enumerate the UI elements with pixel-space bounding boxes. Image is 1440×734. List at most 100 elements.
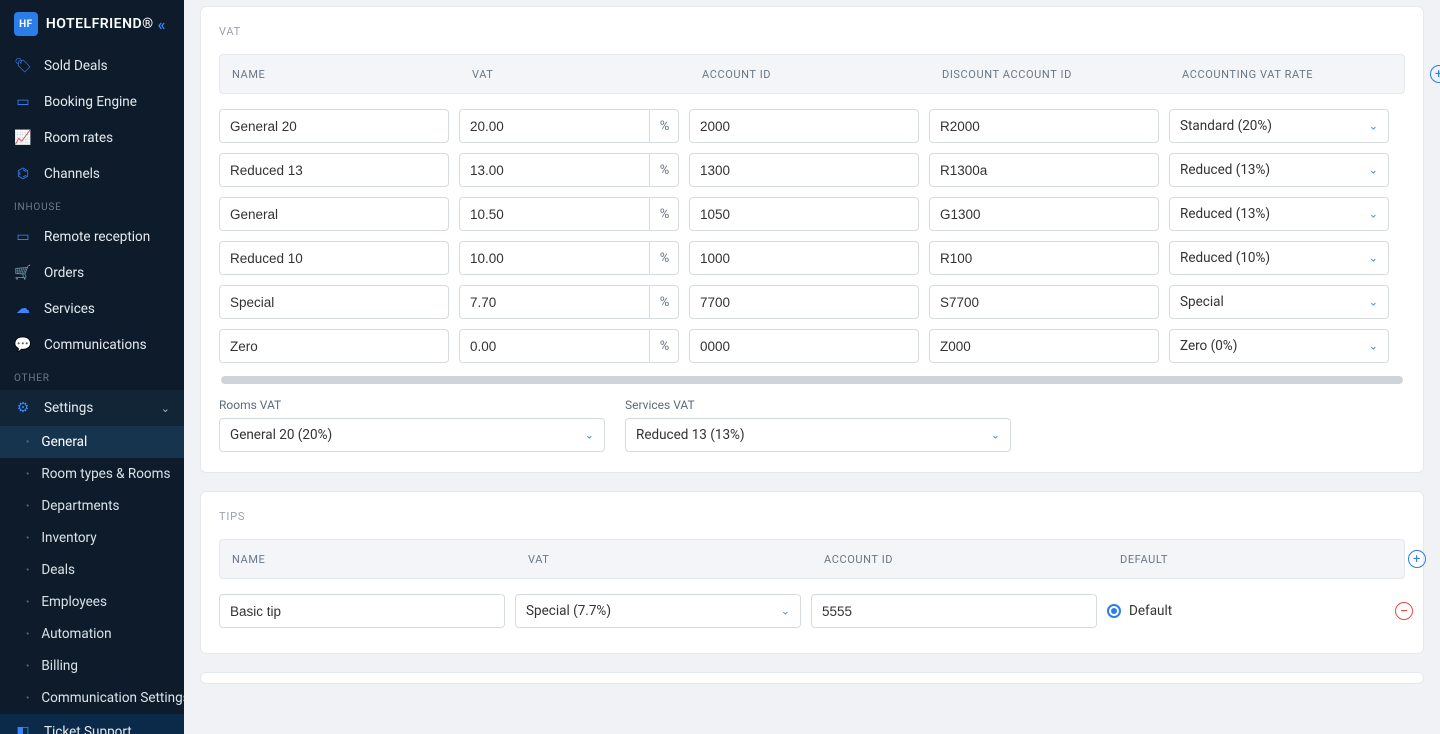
vat-account-id-input[interactable] — [689, 241, 919, 275]
vat-row: % Reduced (13%) ⌄ — [219, 148, 1405, 192]
settings-sub-deals[interactable]: Deals — [0, 554, 184, 586]
vat-account-id-input[interactable] — [689, 329, 919, 363]
sidebar-item-orders[interactable]: 🛒Orders — [0, 255, 184, 291]
col-discount-account-id: DISCOUNT ACCOUNT ID — [942, 68, 1172, 81]
vat-account-id-input[interactable] — [689, 285, 919, 319]
sidebar-item-channels[interactable]: ⌬Channels — [0, 156, 184, 192]
vat-name-input[interactable] — [219, 109, 449, 143]
vat-discount-account-id-input[interactable] — [929, 197, 1159, 231]
sidebar: HF HOTELFRIEND® « 🏷Sold Deals▭Booking En… — [0, 0, 184, 734]
vat-name-input[interactable] — [219, 285, 449, 319]
chevron-down-icon: ⌄ — [1369, 340, 1378, 353]
vat-rate-select[interactable]: Standard (20%) ⌄ — [1169, 109, 1389, 143]
vat-rate-select[interactable]: Special ⌄ — [1169, 285, 1389, 319]
settings-sub-departments[interactable]: Departments — [0, 490, 184, 522]
services-vat-label: Services VAT — [625, 398, 1011, 412]
vat-account-id-input[interactable] — [689, 153, 919, 187]
vat-percent-input[interactable] — [459, 329, 679, 363]
settings-sub-general[interactable]: General — [0, 426, 184, 458]
vat-discount-account-id-input[interactable] — [929, 329, 1159, 363]
vat-name-input[interactable] — [219, 329, 449, 363]
percent-label: % — [649, 285, 679, 319]
brand-name: HOTELFRIEND® — [46, 16, 154, 32]
settings-sub-room-types[interactable]: Room types & Rooms — [0, 458, 184, 490]
vat-rate-select[interactable]: Reduced (10%) ⌄ — [1169, 241, 1389, 275]
sidebar-item-label: Booking Engine — [44, 94, 137, 110]
vat-percent-input[interactable] — [459, 241, 679, 275]
chevron-down-icon: ⌄ — [161, 402, 170, 415]
tip-vat-value: Special (7.7%) — [526, 603, 611, 619]
vat-rate-value: Reduced (13%) — [1180, 162, 1270, 178]
vat-row: % Reduced (10%) ⌄ — [219, 236, 1405, 280]
sidebar-item-sold-deals[interactable]: 🏷Sold Deals — [0, 48, 184, 84]
vat-rate-select[interactable]: Reduced (13%) ⌄ — [1169, 153, 1389, 187]
tip-vat-select[interactable]: Special (7.7%) ⌄ — [515, 594, 801, 628]
tip-name-input[interactable] — [219, 594, 505, 628]
sidebar-item-communications[interactable]: 💬 Communications — [0, 327, 184, 363]
col-account-id: ACCOUNT ID — [702, 68, 932, 81]
vat-name-input[interactable] — [219, 241, 449, 275]
sidebar-item-booking-engine[interactable]: ▭Booking Engine — [0, 84, 184, 120]
ticket-icon: ◧ — [14, 723, 32, 734]
settings-sub-automation[interactable]: Automation — [0, 618, 184, 650]
sidebar-item-label: Communications — [44, 337, 147, 353]
settings-sub-comm-settings[interactable]: Communication Settings — [0, 682, 184, 714]
add-tip-row-button[interactable]: + — [1408, 550, 1426, 568]
default-label: Default — [1129, 603, 1172, 619]
sidebar-item-settings[interactable]: ⚙ Settings ⌄ — [0, 390, 184, 426]
col-name: NAME — [232, 68, 462, 81]
vat-rate-value: Reduced (13%) — [1180, 206, 1270, 222]
sidebar-item-services[interactable]: ☁Services — [0, 291, 184, 327]
sidebar-item-label: Sold Deals — [44, 58, 108, 74]
vat-rate-value: Zero (0%) — [1180, 338, 1237, 354]
gear-icon: ⚙ — [14, 399, 32, 417]
vat-discount-account-id-input[interactable] — [929, 109, 1159, 143]
settings-label: Settings — [44, 400, 93, 416]
vat-discount-account-id-input[interactable] — [929, 241, 1159, 275]
sidebar-item-remote-reception[interactable]: ▭Remote reception — [0, 219, 184, 255]
vat-percent-input[interactable] — [459, 109, 679, 143]
sidebar-item-label: Services — [44, 301, 95, 317]
chevron-down-icon: ⌄ — [1369, 252, 1378, 265]
vat-account-id-input[interactable] — [689, 197, 919, 231]
vat-row: % Zero (0%) ⌄ — [219, 324, 1405, 368]
services-vat-select[interactable]: Reduced 13 (13%) ⌄ — [625, 418, 1011, 452]
logo-icon: HF — [14, 12, 38, 36]
sidebar-item-room-rates[interactable]: 📈Room rates — [0, 120, 184, 156]
settings-sub-inventory[interactable]: Inventory — [0, 522, 184, 554]
sidebar-item-label: Room rates — [44, 130, 113, 146]
sidebar-sub-label: Room types & Rooms — [41, 466, 170, 482]
vat-account-id-input[interactable] — [689, 109, 919, 143]
sidebar-item-ticket-support[interactable]: ◧ Ticket Support — [0, 714, 184, 734]
horizontal-scrollbar[interactable] — [221, 376, 1403, 384]
tip-account-id-input[interactable] — [811, 594, 1097, 628]
vat-row: % Standard (20%) ⌄ — [219, 104, 1405, 148]
vat-rate-select[interactable]: Reduced (13%) ⌄ — [1169, 197, 1389, 231]
percent-label: % — [649, 109, 679, 143]
vat-percent-input[interactable] — [459, 285, 679, 319]
vat-discount-account-id-input[interactable] — [929, 285, 1159, 319]
add-vat-row-button[interactable]: + — [1430, 65, 1440, 83]
vat-discount-account-id-input[interactable] — [929, 153, 1159, 187]
vat-rate-select[interactable]: Zero (0%) ⌄ — [1169, 329, 1389, 363]
chevron-down-icon: ⌄ — [585, 429, 594, 442]
chevron-down-icon: ⌄ — [1369, 120, 1378, 133]
chevron-down-icon: ⌄ — [1369, 164, 1378, 177]
radio-dot-icon — [1107, 604, 1121, 618]
rooms-vat-select[interactable]: General 20 (20%) ⌄ — [219, 418, 605, 452]
settings-sub-billing[interactable]: Billing — [0, 650, 184, 682]
collapse-sidebar-button[interactable]: « — [154, 13, 170, 36]
vat-percent-input[interactable] — [459, 197, 679, 231]
chat-icon: 💬 — [14, 336, 32, 354]
sidebar-sub-label: Communication Settings — [41, 690, 184, 706]
sidebar-item-label: Orders — [44, 265, 84, 281]
chevron-down-icon: ⌄ — [991, 429, 1000, 442]
network-icon: ⌬ — [14, 165, 32, 183]
vat-percent-input[interactable] — [459, 153, 679, 187]
remove-tip-row-button[interactable]: − — [1395, 602, 1413, 620]
percent-label: % — [649, 241, 679, 275]
settings-sub-employees[interactable]: Employees — [0, 586, 184, 618]
tip-default-radio[interactable]: Default — [1107, 603, 1367, 619]
vat-name-input[interactable] — [219, 153, 449, 187]
vat-name-input[interactable] — [219, 197, 449, 231]
